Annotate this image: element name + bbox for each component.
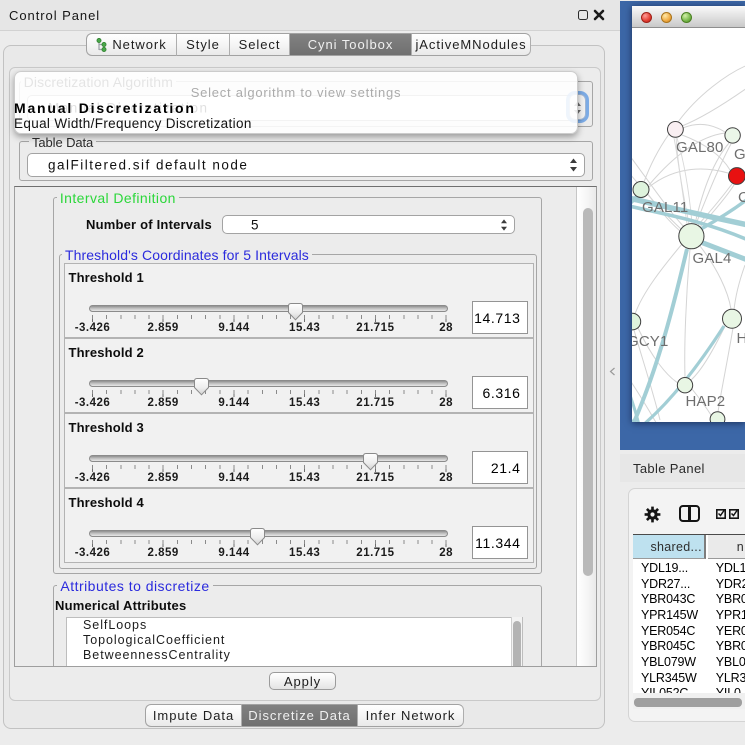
svg-text:GAL80: GAL80 xyxy=(676,139,723,156)
svg-text:CR: CR xyxy=(738,189,745,206)
svg-text:GAL: GAL xyxy=(734,146,745,163)
svg-text:GCY1: GCY1 xyxy=(632,333,668,350)
svg-text:GAL4: GAL4 xyxy=(693,250,732,267)
svg-text:HAP2: HAP2 xyxy=(686,393,726,410)
svg-text:GAL11: GAL11 xyxy=(642,199,688,216)
svg-text:H: H xyxy=(737,330,745,347)
